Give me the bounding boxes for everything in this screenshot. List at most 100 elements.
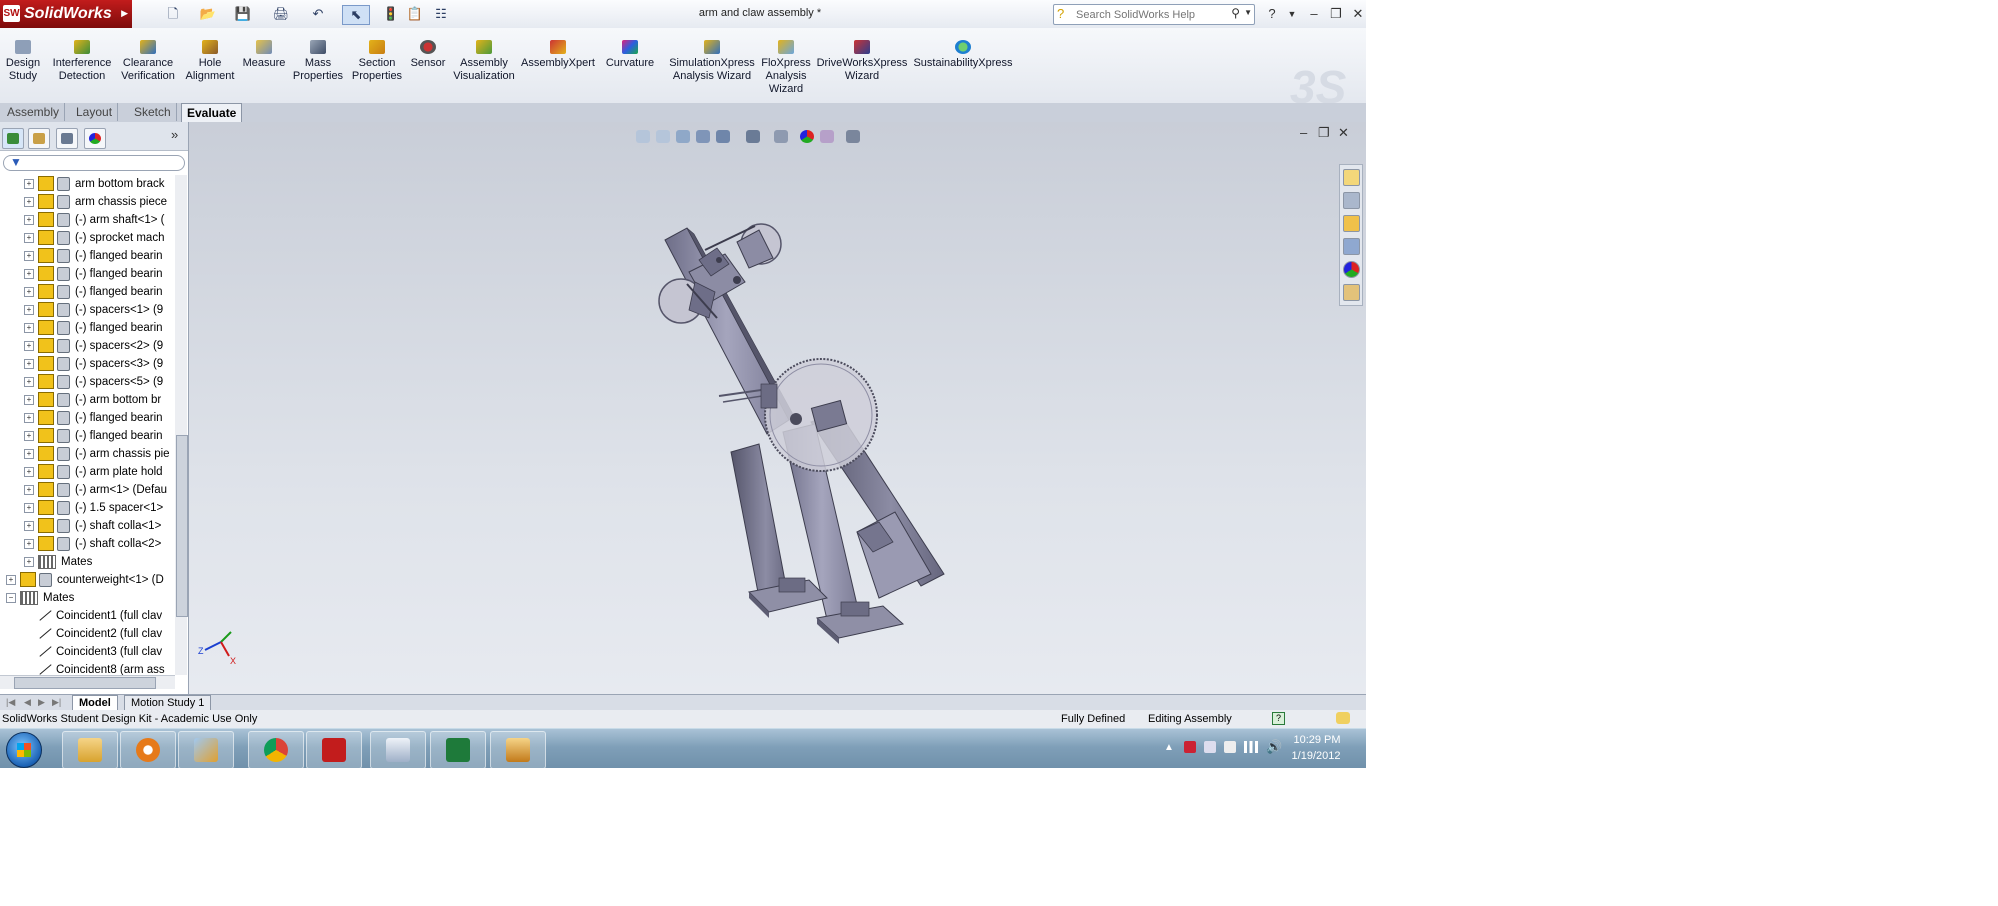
- volume-icon[interactable]: 🔊: [1266, 739, 1282, 755]
- solidworks-menu-button[interactable]: SW SolidWorks ▶: [0, 0, 132, 28]
- sustainabilityxpress-button[interactable]: SustainabilityXpress: [912, 40, 1014, 70]
- show-hidden-icons-icon[interactable]: ▲: [1164, 742, 1174, 753]
- expand-toggle-icon[interactable]: +: [24, 214, 34, 225]
- tree-item[interactable]: + (-) shaft colla<2>: [24, 535, 161, 553]
- solidworks-resources-icon[interactable]: [1343, 169, 1360, 186]
- tree-item[interactable]: + (-) 1.5 spacer<1>: [24, 499, 163, 517]
- expand-toggle-icon[interactable]: +: [24, 178, 34, 189]
- tree-item-mate[interactable]: Coincident1 (full clav: [38, 607, 162, 625]
- expand-toggle-icon[interactable]: +: [24, 268, 34, 279]
- tab-sketch[interactable]: Sketch: [129, 103, 177, 121]
- tab-layout[interactable]: Layout: [71, 103, 119, 121]
- close-icon[interactable]: ✕: [1348, 5, 1366, 23]
- expand-toggle-icon[interactable]: +: [24, 520, 34, 531]
- featuremanager-tab[interactable]: [2, 128, 24, 149]
- appearances-icon[interactable]: [1343, 261, 1360, 278]
- expand-toggle-icon[interactable]: +: [24, 448, 34, 459]
- floxpress-button[interactable]: FloXpress Analysis Wizard: [760, 40, 812, 96]
- previous-tab-icon[interactable]: ◀: [24, 697, 31, 708]
- tree-item-mate[interactable]: Coincident3 (full clav: [38, 643, 162, 661]
- clock-time[interactable]: 10:29 PM: [1292, 734, 1342, 746]
- tree-item[interactable]: + (-) arm chassis pie: [24, 445, 170, 463]
- select-icon[interactable]: ⬉: [342, 5, 370, 25]
- graphics-area[interactable]: – ❐ ✕ Z X: [189, 122, 1366, 694]
- tree-item[interactable]: + (-) spacers<3> (9: [24, 355, 163, 373]
- tree-item[interactable]: + (-) flanged bearin: [24, 283, 163, 301]
- sensor-button[interactable]: Sensor: [408, 40, 448, 70]
- propertymanager-tab[interactable]: [28, 128, 50, 149]
- tree-item[interactable]: + counterweight<1> (D: [6, 571, 164, 589]
- tree-item[interactable]: + arm bottom brack: [24, 175, 164, 193]
- tree-item[interactable]: + (-) flanged bearin: [24, 247, 163, 265]
- rebuild-status-icon[interactable]: [1336, 712, 1350, 724]
- custom-properties-icon[interactable]: [1343, 284, 1360, 301]
- taskbar-solidworks[interactable]: [306, 731, 362, 768]
- tree-item-mate[interactable]: Coincident8 (arm ass: [38, 661, 165, 675]
- search-input[interactable]: [1074, 6, 1228, 23]
- clock-date[interactable]: 1/19/2012: [1286, 750, 1346, 762]
- assembly-visualization-button[interactable]: Assembly Visualization: [452, 40, 516, 83]
- tree-item[interactable]: + (-) flanged bearin: [24, 427, 163, 445]
- expand-toggle-icon[interactable]: +: [24, 556, 34, 567]
- scrollbar-thumb[interactable]: [176, 435, 188, 617]
- tree-item[interactable]: + (-) shaft colla<1>: [24, 517, 161, 535]
- expand-toggle-icon[interactable]: +: [24, 502, 34, 513]
- scrollbar-thumb[interactable]: [14, 677, 156, 689]
- taskbar-explorer[interactable]: [62, 731, 118, 768]
- tab-assembly[interactable]: Assembly: [2, 103, 66, 121]
- last-tab-icon[interactable]: ▶|: [52, 697, 61, 708]
- tree-item[interactable]: + (-) sprocket mach: [24, 229, 164, 247]
- print-icon[interactable]: 🖨: [268, 5, 294, 23]
- curvature-button[interactable]: Curvature: [600, 40, 660, 70]
- minimize-icon[interactable]: –: [1304, 5, 1324, 23]
- taskbar-paint[interactable]: [178, 731, 234, 768]
- simulationxpress-button[interactable]: SimulationXpress Analysis Wizard: [668, 40, 756, 83]
- section-properties-button[interactable]: Section Properties: [349, 40, 405, 83]
- tab-evaluate[interactable]: Evaluate: [181, 103, 243, 122]
- expand-toggle-icon[interactable]: +: [24, 430, 34, 441]
- tree-item[interactable]: + (-) arm<1> (Defau: [24, 481, 167, 499]
- open-icon[interactable]: 📂: [195, 5, 221, 23]
- undo-icon[interactable]: ↶: [305, 5, 331, 23]
- design-study-button[interactable]: Design Study: [4, 40, 42, 83]
- options-icon[interactable]: ☷: [428, 5, 454, 23]
- expand-toggle-icon[interactable]: +: [24, 322, 34, 333]
- new-document-icon[interactable]: 🗋: [160, 5, 186, 23]
- tree-item[interactable]: + (-) arm plate hold: [24, 463, 163, 481]
- design-library-icon[interactable]: [1343, 192, 1360, 209]
- configurationmanager-tab[interactable]: [56, 128, 78, 149]
- expand-toggle-icon[interactable]: +: [24, 286, 34, 297]
- taskbar-media-player[interactable]: [120, 731, 176, 768]
- tree-filter[interactable]: ▼: [3, 155, 185, 171]
- tree-horizontal-scrollbar[interactable]: [0, 675, 175, 689]
- restore-icon[interactable]: ❐: [1326, 5, 1346, 23]
- expand-toggle-icon[interactable]: +: [24, 304, 34, 315]
- interference-detection-button[interactable]: Interference Detection: [50, 40, 114, 83]
- assemblyxpert-button[interactable]: AssemblyXpert: [518, 40, 598, 70]
- mass-properties-button[interactable]: Mass Properties: [290, 40, 346, 83]
- tree-item[interactable]: + (-) flanged bearin: [24, 409, 163, 427]
- network-icon[interactable]: [1244, 741, 1258, 753]
- next-tab-icon[interactable]: ▶: [38, 697, 45, 708]
- expand-toggle-icon[interactable]: +: [24, 412, 34, 423]
- devices-icon[interactable]: [1204, 741, 1216, 753]
- search-icon[interactable]: ⚲: [1231, 6, 1240, 20]
- expand-toggle-icon[interactable]: +: [24, 376, 34, 387]
- taskbar-file-manager[interactable]: [490, 731, 546, 768]
- expand-toggle-icon[interactable]: +: [24, 250, 34, 261]
- measure-button[interactable]: Measure: [242, 40, 286, 70]
- expand-panel-icon[interactable]: »: [171, 127, 178, 142]
- expand-toggle-icon[interactable]: +: [6, 574, 16, 585]
- tree-item[interactable]: + (-) spacers<1> (9: [24, 301, 163, 319]
- chevron-down-icon[interactable]: ▼: [1244, 8, 1252, 17]
- tree-item[interactable]: + arm chassis piece: [24, 193, 167, 211]
- help-search[interactable]: ? ⚲ ▼: [1053, 4, 1255, 25]
- collapse-toggle-icon[interactable]: −: [6, 592, 16, 603]
- tree-item[interactable]: + (-) spacers<2> (9: [24, 337, 163, 355]
- status-help-icon[interactable]: ?: [1272, 712, 1285, 725]
- assembly-model[interactable]: [189, 122, 1366, 694]
- taskbar-calculator[interactable]: [370, 731, 426, 768]
- tree-item[interactable]: + (-) flanged bearin: [24, 265, 163, 283]
- rebuild-icon[interactable]: 🚦: [378, 5, 404, 23]
- tree-item[interactable]: + (-) flanged bearin: [24, 319, 163, 337]
